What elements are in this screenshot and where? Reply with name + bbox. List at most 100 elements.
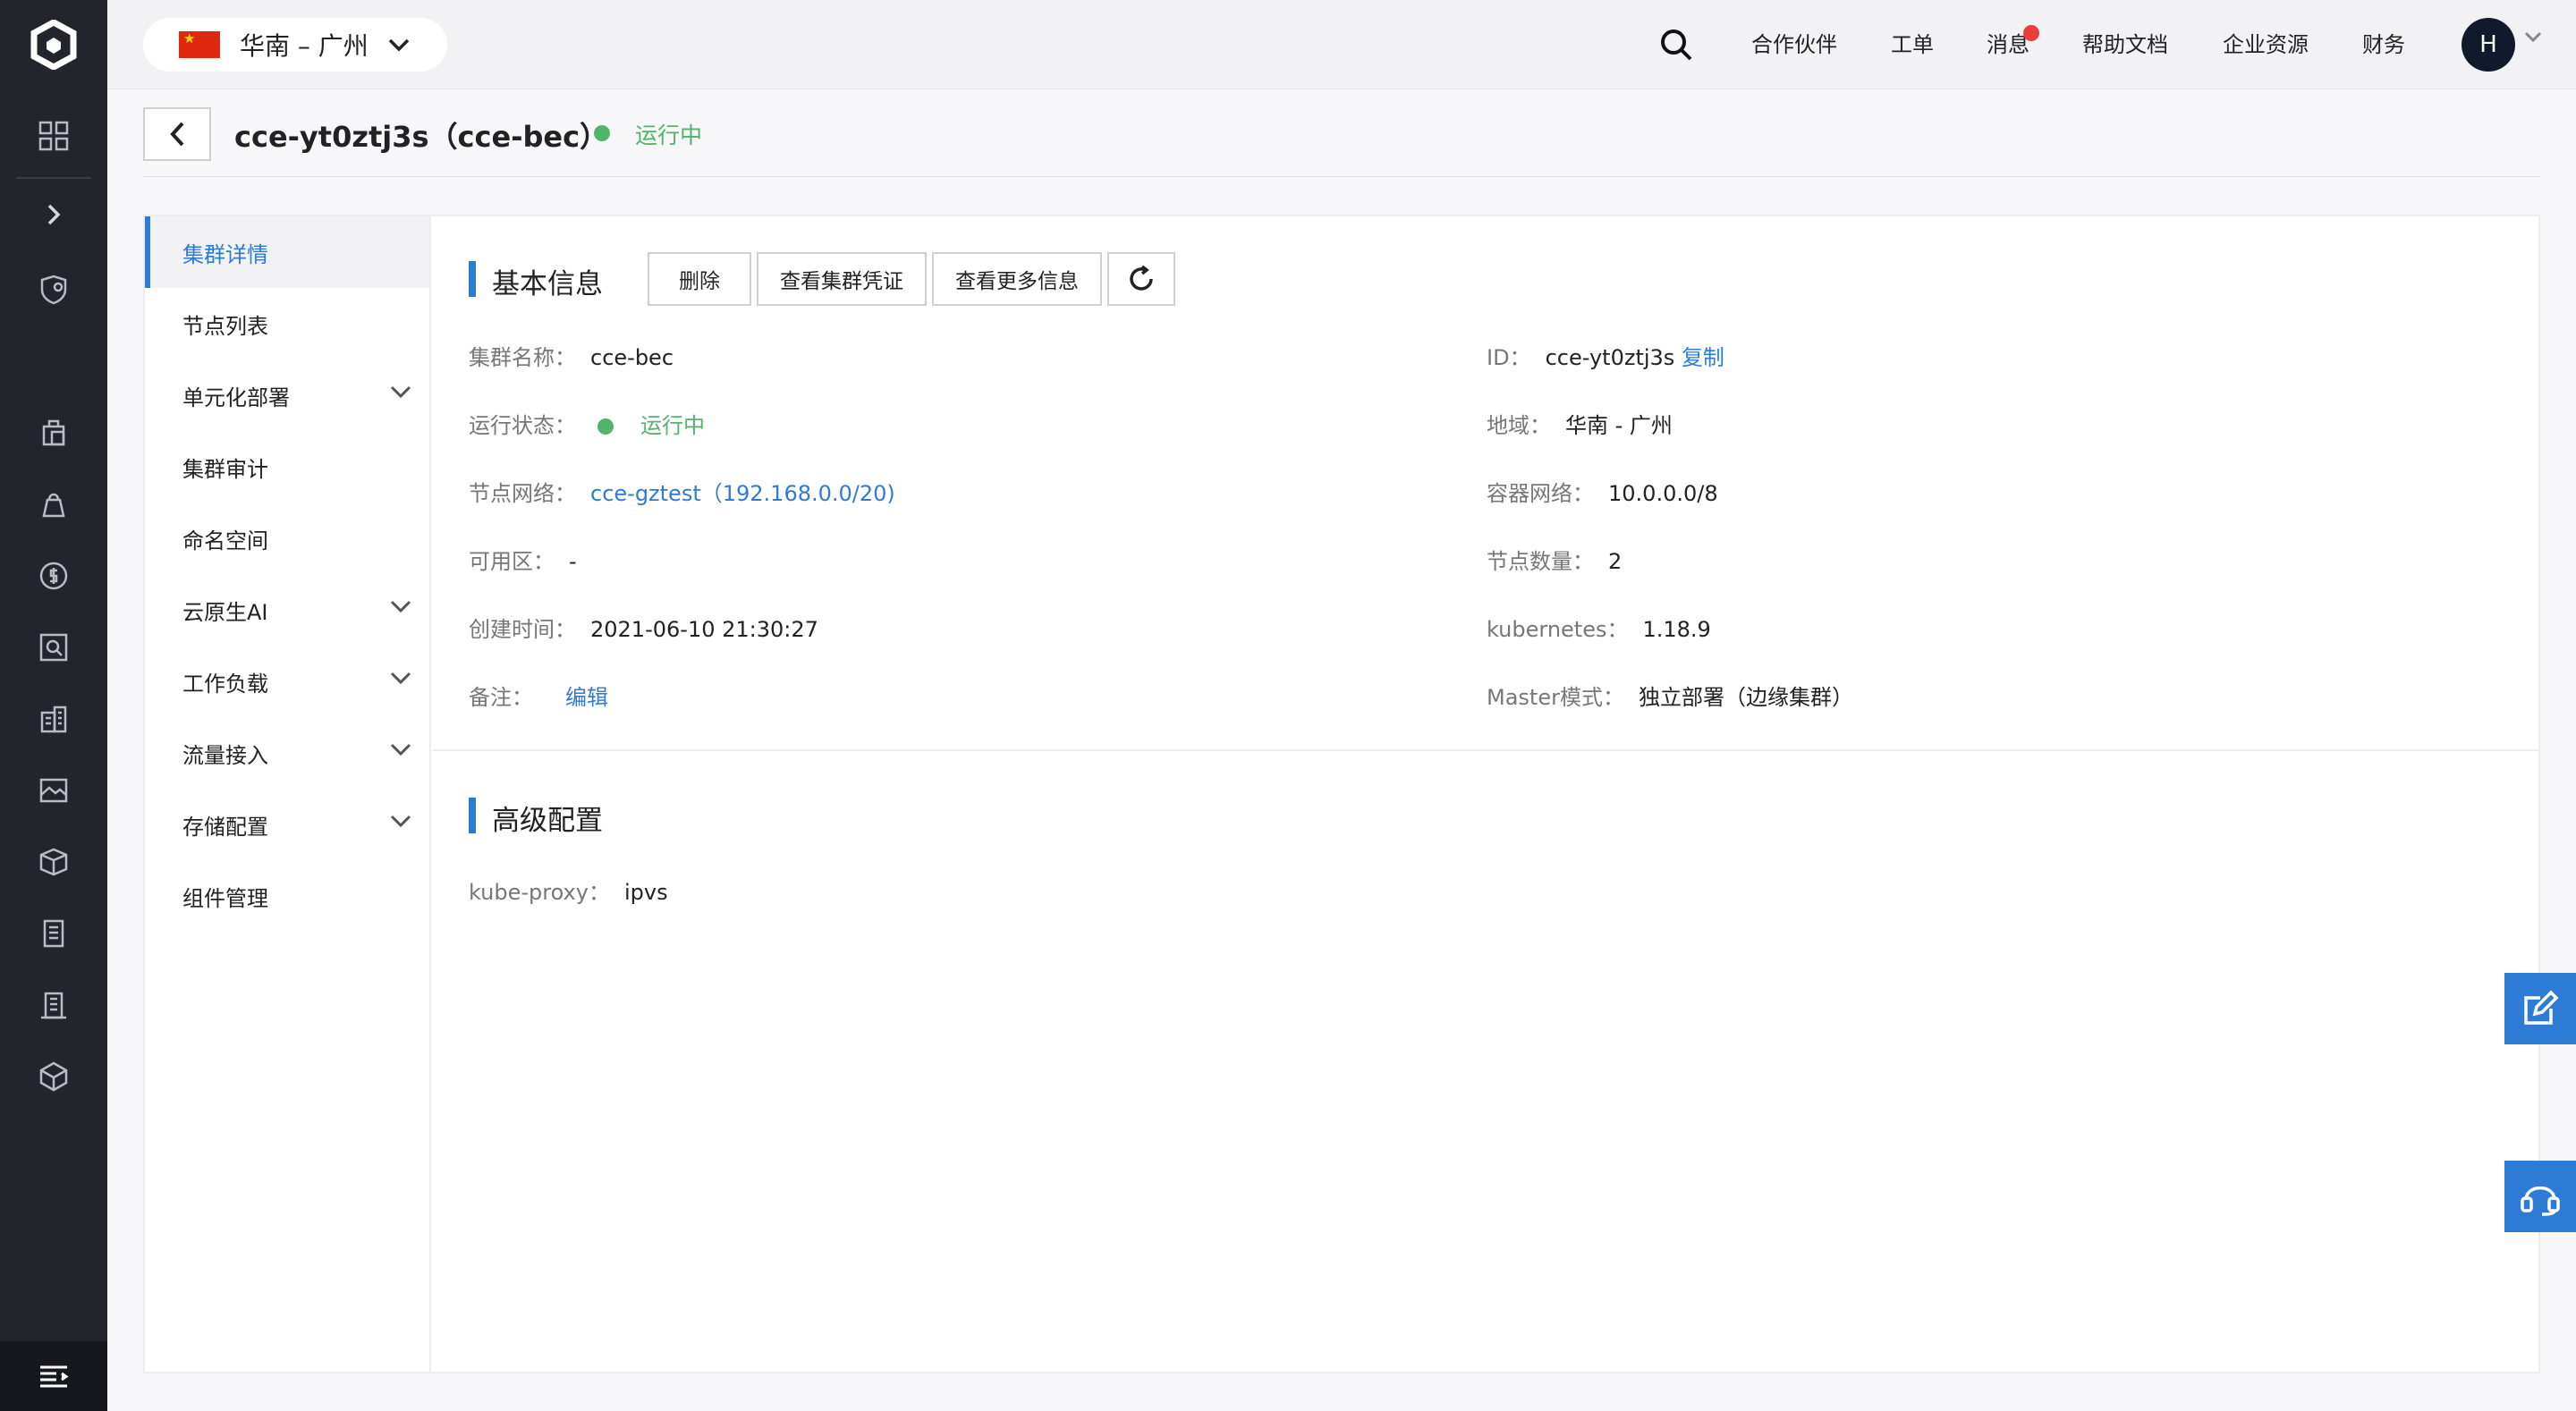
page-title: cce-yt0ztj3s（cce-bec） xyxy=(234,120,609,154)
sidenav-item-label: 节点列表 xyxy=(182,313,268,339)
package-icon[interactable] xyxy=(0,835,107,889)
logo-icon[interactable] xyxy=(0,0,107,89)
cluster-detail: 基本信息 删除 查看集群凭证 查看更多信息 集群名称： cce-bec 运行状态：… xyxy=(433,216,2538,1372)
view-credentials-button[interactable]: 查看集群凭证 xyxy=(757,252,927,306)
section-divider xyxy=(433,749,2538,751)
chevron-left-icon xyxy=(170,122,184,147)
status-dot xyxy=(594,125,610,141)
sidenav-item-label: 工作负载 xyxy=(182,671,268,697)
sidenav-item-components[interactable]: 组件管理 xyxy=(145,860,429,932)
field-container-network: 容器网络： 10.0.0.0/8 xyxy=(1487,477,1718,510)
field-label: ID： xyxy=(1487,345,1531,370)
refresh-button[interactable] xyxy=(1107,252,1175,306)
field-value: cce-yt0ztj3s xyxy=(1545,345,1675,370)
chevron-down-icon xyxy=(390,385,411,399)
sidenav-item-cloud-native-ai[interactable]: 云原生AI xyxy=(145,574,429,646)
sidenav-item-audit[interactable]: 集群审计 xyxy=(145,431,429,503)
field-kubernetes: kubernetes： 1.18.9 xyxy=(1487,613,1711,646)
support-button[interactable] xyxy=(2504,1161,2576,1232)
feedback-button[interactable] xyxy=(2504,973,2576,1044)
nav-finance[interactable]: 财务 xyxy=(2362,27,2405,63)
chevron-down-icon[interactable] xyxy=(2524,30,2542,43)
bag-icon[interactable] xyxy=(0,477,107,531)
edit-remark-link[interactable]: 编辑 xyxy=(565,685,608,710)
top-bar: 华南 – 广州 合作伙伴 工单 消息 帮助文档 企业资源 财务 H xyxy=(107,0,2576,89)
field-value: - xyxy=(569,549,577,574)
field-remark: 备注： 编辑 xyxy=(469,681,608,714)
sidenav-item-label: 组件管理 xyxy=(182,885,268,911)
building-icon[interactable] xyxy=(0,692,107,746)
china-flag-icon xyxy=(179,31,220,58)
sidenav-item-cluster-detail[interactable]: 集群详情 xyxy=(145,216,429,288)
search-icon[interactable] xyxy=(1653,21,1699,68)
left-rail xyxy=(0,0,107,1411)
sidenav-item-unit-deploy[interactable]: 单元化部署 xyxy=(145,359,429,431)
nav-enterprise[interactable]: 企业资源 xyxy=(2223,27,2309,63)
field-node-count: 节点数量： 2 xyxy=(1487,545,1622,578)
product-icon[interactable] xyxy=(0,406,107,460)
section-marker xyxy=(469,798,476,833)
back-button[interactable] xyxy=(143,107,211,161)
avatar[interactable]: H xyxy=(2462,18,2515,72)
field-label: 创建时间： xyxy=(469,617,576,642)
field-master-mode: Master模式： 独立部署（边缘集群） xyxy=(1487,681,1853,714)
copy-id-link[interactable]: 复制 xyxy=(1682,345,1724,370)
billing-icon[interactable] xyxy=(0,549,107,603)
doc-icon[interactable] xyxy=(0,907,107,960)
field-label: 集群名称： xyxy=(469,345,576,370)
page-header: cce-yt0ztj3s（cce-bec） 运行中 xyxy=(143,89,2540,177)
nav-partners[interactable]: 合作伙伴 xyxy=(1751,27,1837,63)
field-cluster-name: 集群名称： cce-bec xyxy=(469,342,674,374)
sidenav-item-nodes[interactable]: 节点列表 xyxy=(145,288,429,359)
cluster-sidenav: 集群详情 节点列表 单元化部署 集群审计 命名空间 云原生AI 工作负载 流量接… xyxy=(145,216,431,1372)
edit-icon xyxy=(2524,990,2559,1025)
nav-tickets[interactable]: 工单 xyxy=(1891,27,1934,63)
sidenav-item-storage[interactable]: 存储配置 xyxy=(145,789,429,860)
delete-button[interactable]: 删除 xyxy=(648,252,751,306)
section-marker xyxy=(469,261,476,297)
view-more-button[interactable]: 查看更多信息 xyxy=(932,252,1102,306)
cube-icon[interactable] xyxy=(0,1050,107,1103)
sidenav-item-workloads[interactable]: 工作负载 xyxy=(145,646,429,717)
field-label: 备注： xyxy=(469,685,533,710)
sidenav-item-label: 集群审计 xyxy=(182,456,268,482)
image-icon[interactable] xyxy=(0,764,107,817)
shield-icon[interactable] xyxy=(0,263,107,317)
field-label: 节点数量： xyxy=(1487,549,1594,574)
field-value: ipvs xyxy=(623,880,668,905)
field-value: 10.0.0.0/8 xyxy=(1608,481,1718,506)
field-label: 地域： xyxy=(1487,413,1551,438)
field-label: kubernetes： xyxy=(1487,617,1629,642)
node-network-link[interactable]: cce-gztest（192.168.0.0/20) xyxy=(590,481,895,506)
sidenav-item-label: 集群详情 xyxy=(182,241,268,267)
chevron-down-icon xyxy=(390,600,411,613)
sidenav-item-label: 存储配置 xyxy=(182,814,268,840)
office-icon[interactable] xyxy=(0,978,107,1032)
field-value: 独立部署（边缘集群） xyxy=(1638,685,1853,710)
chevron-down-icon xyxy=(390,815,411,828)
sidenav-item-namespace[interactable]: 命名空间 xyxy=(145,503,429,574)
sidenav-item-label: 云原生AI xyxy=(182,599,268,625)
field-label: 节点网络： xyxy=(469,481,576,506)
field-value: 1.18.9 xyxy=(1642,617,1711,642)
message-badge xyxy=(2023,25,2039,41)
grid-icon[interactable] xyxy=(0,109,107,163)
sidenav-item-traffic[interactable]: 流量接入 xyxy=(145,717,429,789)
monitor-icon[interactable] xyxy=(0,621,107,674)
headset-icon xyxy=(2521,1186,2560,1216)
field-value: 华南 - 广州 xyxy=(1565,413,1673,438)
chevron-down-icon xyxy=(390,743,411,756)
nav-docs[interactable]: 帮助文档 xyxy=(2082,27,2168,63)
field-created-time: 创建时间： 2021-06-10 21:30:27 xyxy=(469,613,818,646)
sidenav-item-label: 流量接入 xyxy=(182,742,268,768)
refresh-icon xyxy=(1130,265,1153,291)
region-selector[interactable]: 华南 – 广州 xyxy=(143,18,447,72)
field-value: 运行中 xyxy=(640,413,705,438)
expand-icon[interactable] xyxy=(0,188,107,241)
field-label: 容器网络： xyxy=(1487,481,1594,506)
sidenav-item-label: 单元化部署 xyxy=(182,384,290,410)
field-value: 2021-06-10 21:30:27 xyxy=(590,617,818,642)
chevron-down-icon xyxy=(388,38,410,52)
menu-icon[interactable] xyxy=(0,1341,107,1411)
status-badge: 运行中 xyxy=(635,123,703,148)
